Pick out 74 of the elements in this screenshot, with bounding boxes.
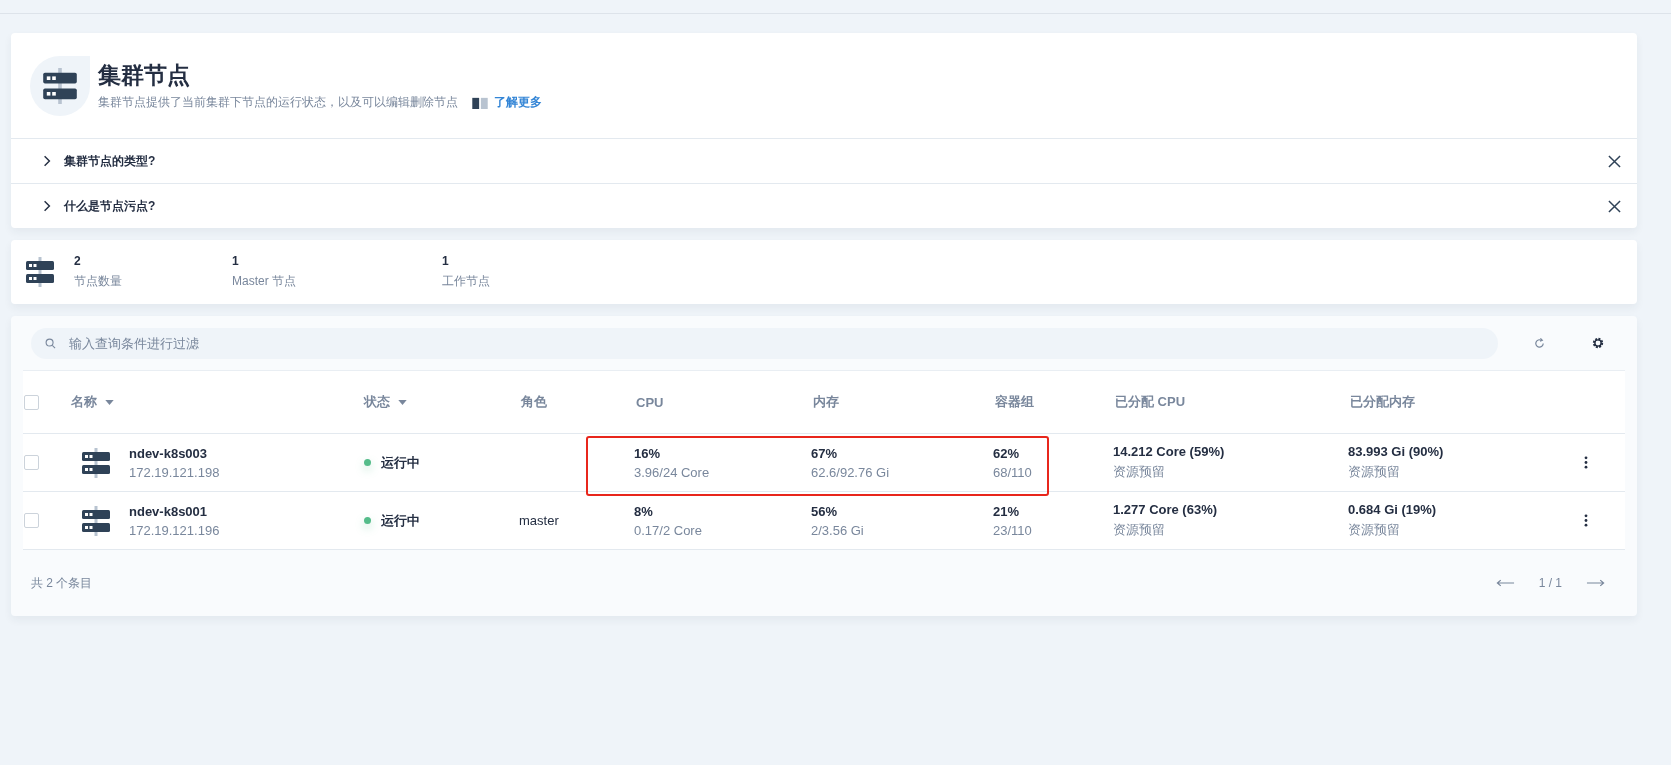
status-dot [364, 517, 371, 524]
node-name-link[interactable]: ndev-k8s001 [129, 503, 208, 519]
metric-detail: 3.96/24 Core [634, 464, 710, 480]
column-header: 已分配内存 [1350, 393, 1415, 411]
metric-value: 56% [811, 503, 838, 519]
page-indicator: 1 / 1 [1538, 576, 1562, 590]
column-header: 容器组 [995, 393, 1034, 411]
faq-question: 什么是节点污点? [64, 197, 157, 215]
metric-detail: 资源预留 [1113, 521, 1165, 539]
metric-value: 21% [993, 503, 1020, 519]
server-icon [81, 447, 111, 478]
node-ip: 172.19.121.196 [129, 522, 220, 538]
faq-row[interactable]: 集群节点的类型? [11, 138, 1637, 183]
role-text: master [519, 513, 559, 528]
stat-label: 节点数量 [74, 273, 123, 290]
metric-detail: 资源预留 [1113, 463, 1165, 481]
metric-detail: 23/110 [993, 522, 1032, 538]
metric-value: 16% [634, 445, 661, 461]
column-header: 已分配 CPU [1115, 393, 1186, 411]
previous-page-icon[interactable] [1495, 579, 1515, 587]
sort-caret-icon[interactable] [398, 399, 407, 405]
sort-caret-icon[interactable] [105, 399, 114, 405]
column-header: 内存 [813, 393, 839, 411]
metric-value: 8% [634, 503, 653, 519]
column-header: CPU [636, 394, 664, 410]
server-icon [26, 257, 54, 287]
faq-row[interactable]: 什么是节点污点? [11, 183, 1637, 228]
metric-detail: 资源预留 [1348, 463, 1400, 481]
metric-detail: 资源预留 [1348, 521, 1400, 539]
metric-value: 0.684 Gi (19%) [1348, 502, 1437, 517]
settings-icon[interactable] [1591, 336, 1605, 350]
total-count: 共 2 个条目 [31, 574, 93, 592]
stat-value: 1 [232, 254, 240, 268]
next-page-icon[interactable] [1586, 579, 1605, 587]
stat-value: 1 [442, 254, 450, 268]
status-text: 运行中 [381, 511, 420, 530]
row-checkbox[interactable] [24, 455, 39, 470]
status-text: 运行中 [381, 453, 420, 472]
metric-detail: 2/3.56 Gi [811, 522, 864, 538]
more-options-icon[interactable] [1584, 514, 1588, 527]
metric-value: 67% [811, 445, 838, 461]
search-icon [45, 337, 56, 349]
metric-value: 62% [993, 445, 1020, 461]
stat-label: Master 节点 [232, 273, 297, 290]
node-ip: 172.19.121.198 [129, 464, 220, 480]
column-header: 角色 [521, 393, 547, 411]
metric-value: 1.277 Core (63%) [1113, 502, 1218, 517]
metric-detail: 68/110 [993, 464, 1032, 480]
refresh-icon[interactable] [1533, 336, 1546, 350]
chevron-right-icon[interactable] [43, 155, 51, 167]
column-header[interactable]: 名称 [71, 393, 97, 411]
search-field[interactable]: 输入查询条件进行过滤 [31, 327, 1498, 359]
server-icon [43, 67, 77, 104]
close-icon[interactable] [1608, 199, 1621, 213]
book-icon [472, 96, 488, 109]
metric-value: 14.212 Core (59%) [1113, 444, 1225, 459]
select-all-checkbox[interactable] [24, 394, 39, 410]
stat-value: 2 [74, 254, 82, 268]
metric-value: 83.993 Gi (90%) [1348, 444, 1444, 459]
node-name-link[interactable]: ndev-k8s003 [129, 445, 208, 461]
server-icon [81, 505, 111, 536]
metric-detail: 0.17/2 Core [634, 522, 702, 538]
learn-more-link[interactable]: 了解更多 [494, 94, 542, 111]
status-dot [364, 459, 371, 466]
page-description: 集群节点提供了当前集群下节点的运行状态，以及可以编辑删除节点 [98, 94, 458, 111]
metric-detail: 62.6/92.76 Gi [811, 464, 890, 480]
stat-label: 工作节点 [442, 273, 491, 290]
close-icon[interactable] [1608, 154, 1621, 168]
faq-question: 集群节点的类型? [64, 152, 157, 170]
chevron-right-icon[interactable] [43, 200, 51, 212]
column-header[interactable]: 状态 [364, 393, 390, 411]
more-options-icon[interactable] [1584, 456, 1588, 469]
row-checkbox[interactable] [24, 513, 39, 528]
page-title: 集群节点 [98, 61, 191, 90]
